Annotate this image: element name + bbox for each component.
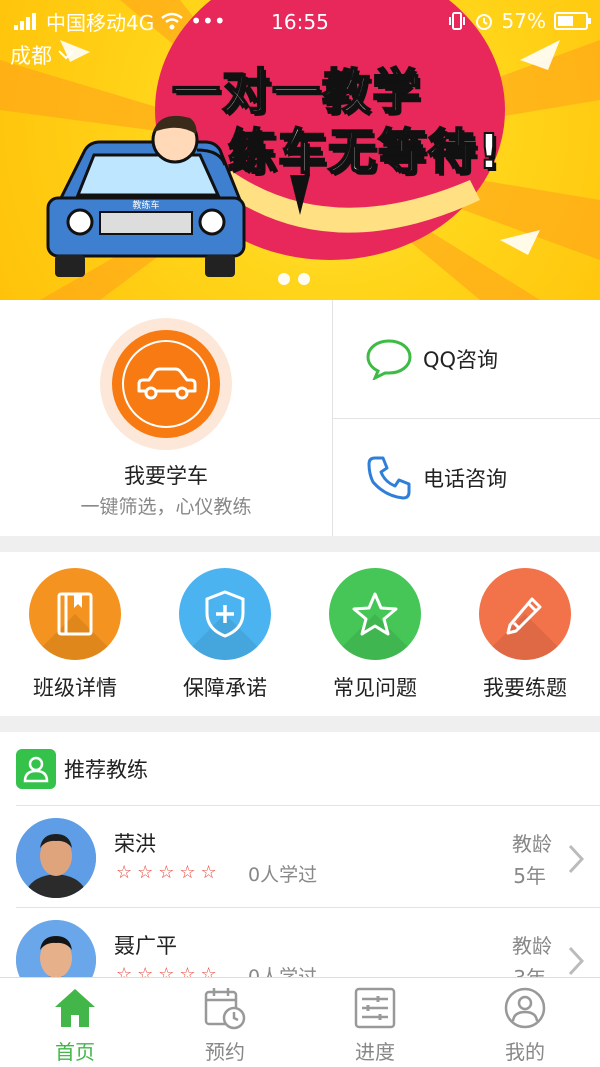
class-details-button[interactable]: 班级详情 [0, 552, 150, 716]
tab-booking[interactable]: 预约 [150, 978, 300, 1067]
status-bar: 中国移动4G ••• 16:55 57% [0, 0, 600, 42]
class-details-label: 班级详情 [33, 676, 117, 700]
rating-stars: ☆☆☆☆☆ [116, 964, 222, 977]
learn-driving-subtitle: 一键筛选，心仪教练 [80, 496, 252, 518]
calendar-clock-icon [204, 988, 246, 1030]
home-icon [55, 989, 95, 1027]
tab-progress[interactable]: 进度 [300, 978, 450, 1067]
tab-profile[interactable]: 我的 [450, 978, 600, 1067]
shield-plus-icon [179, 568, 271, 660]
tab-profile-label: 我的 [505, 1040, 545, 1064]
guarantee-button[interactable]: 保障承诺 [150, 552, 300, 716]
consult-column: QQ咨询 电话咨询 [333, 300, 600, 536]
learned-count: 0人学过 [248, 864, 318, 886]
user-icon [504, 987, 546, 1029]
chevron-down-icon [58, 50, 74, 60]
chevron-right-icon [568, 844, 584, 874]
phone-icon [367, 456, 411, 499]
vibrate-icon [448, 12, 465, 30]
car-circle [100, 318, 232, 450]
phone-consult-button[interactable]: 电话咨询 [333, 418, 600, 536]
city-label: 成都 [10, 44, 52, 68]
section-divider [0, 536, 600, 552]
city-selector[interactable]: 成都 [10, 40, 74, 70]
user-icon [16, 748, 56, 789]
faq-button[interactable]: 常见问题 [300, 552, 450, 716]
coaches-title: 推荐教练 [64, 757, 148, 782]
chevron-right-icon [568, 946, 584, 976]
tab-progress-label: 进度 [355, 1040, 395, 1064]
coach-row[interactable]: 聂广平 ☆☆☆☆☆ 0人学过 教龄 3年 [16, 908, 600, 977]
learned-count: 0人学过 [248, 966, 318, 977]
coach-name: 荣洪 [114, 832, 156, 856]
battery-percent: 57% [501, 9, 546, 33]
teaching-age-value: 3年 [513, 962, 546, 977]
teaching-age-label: 教龄 [512, 934, 552, 958]
carousel-dot[interactable] [278, 273, 290, 285]
banner-headline-2: 练车无等待! [227, 123, 502, 181]
top-cards: 我要学车 一键筛选，心仪教练 QQ咨询 电话咨询 [0, 300, 600, 536]
teaching-age-value: 5年 [513, 864, 546, 888]
chat-bubble-icon [366, 339, 412, 380]
tab-booking-label: 预约 [205, 1040, 245, 1064]
book-icon [29, 568, 121, 660]
coach-row[interactable]: 荣洪 ☆☆☆☆☆ 0人学过 教龄 5年 [16, 806, 600, 908]
qq-consult-button[interactable]: QQ咨询 [333, 300, 600, 418]
bottom-tab-bar: 首页 预约 进度 我的 [0, 977, 600, 1067]
avatar [16, 920, 96, 977]
pencil-icon [479, 568, 571, 660]
learn-driving-card[interactable]: 我要学车 一键筛选，心仪教练 [0, 300, 333, 536]
faq-label: 常见问题 [333, 676, 417, 700]
tab-home[interactable]: 首页 [0, 978, 150, 1067]
learn-driving-title: 我要学车 [124, 464, 208, 488]
section-divider [0, 716, 600, 732]
quick-menu: 班级详情 保障承诺 常见问题 我要练题 [0, 552, 600, 716]
coaches-header: 推荐教练 [16, 732, 600, 806]
carousel-dot[interactable] [298, 273, 310, 285]
rating-stars: ☆☆☆☆☆ [116, 862, 222, 883]
car-icon [137, 367, 197, 400]
battery-level [558, 16, 573, 26]
teaching-age-label: 教龄 [512, 832, 552, 856]
app-screen: 教练车 中国移动4G ••• 16:55 57% 成都 一对一教学 练车无等待!… [0, 0, 600, 1067]
star-icon [329, 568, 421, 660]
carousel-indicator [278, 273, 310, 285]
tab-home-label: 首页 [55, 1040, 95, 1064]
alarm-icon [475, 14, 492, 30]
qq-consult-label: QQ咨询 [423, 348, 499, 372]
battery-icon [554, 12, 591, 30]
coach-name: 聂广平 [114, 934, 177, 958]
guarantee-label: 保障承诺 [183, 676, 267, 700]
practice-button[interactable]: 我要练题 [450, 552, 600, 716]
avatar [16, 818, 96, 898]
sliders-icon [354, 987, 396, 1029]
car-plate-text: 教练车 [132, 199, 159, 211]
phone-consult-label: 电话咨询 [423, 466, 507, 491]
practice-label: 我要练题 [483, 676, 567, 700]
recommended-coaches: 推荐教练 荣洪 ☆☆☆☆☆ 0人学过 教龄 5年 聂广平 ☆☆☆☆☆ 0人学过 … [0, 732, 600, 977]
promo-banner[interactable]: 教练车 中国移动4G ••• 16:55 57% 成都 一对一教学 练车无等待! [0, 0, 600, 300]
